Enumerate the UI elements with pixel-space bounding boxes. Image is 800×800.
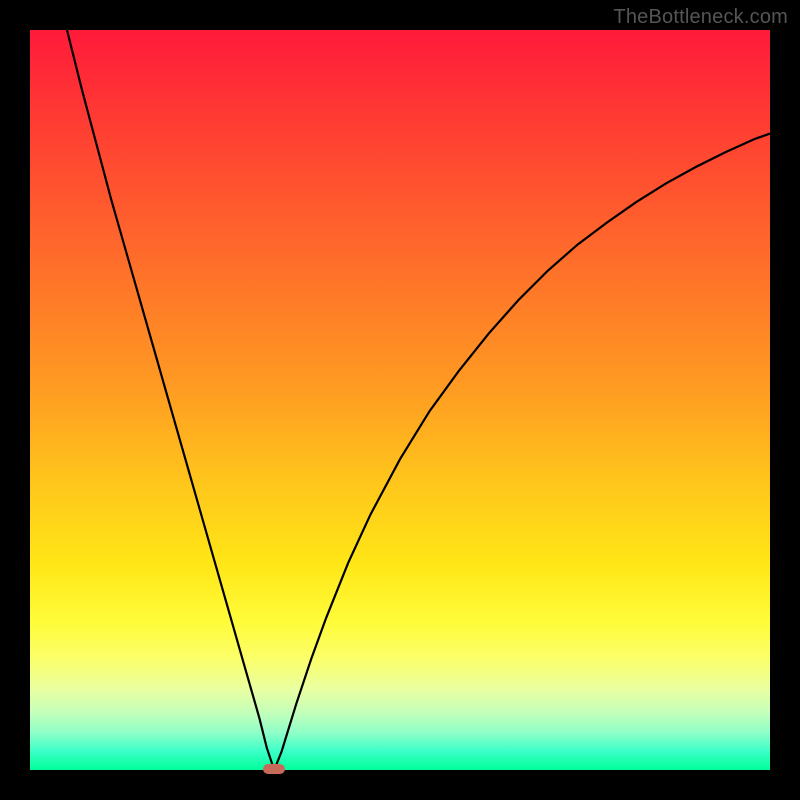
plot-area — [30, 30, 770, 770]
bottleneck-curve — [67, 30, 770, 770]
minimum-marker — [263, 764, 285, 774]
curve-svg — [30, 30, 770, 770]
chart-container: TheBottleneck.com — [0, 0, 800, 800]
watermark-text: TheBottleneck.com — [613, 6, 788, 29]
